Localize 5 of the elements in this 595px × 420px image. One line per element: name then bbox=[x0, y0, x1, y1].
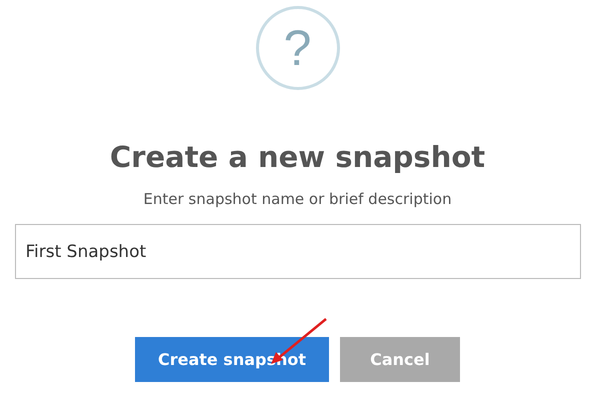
dialog-subtitle: Enter snapshot name or brief description bbox=[143, 190, 452, 208]
cancel-button[interactable]: Cancel bbox=[340, 337, 460, 382]
dialog-title: Create a new snapshot bbox=[110, 140, 486, 174]
name-field[interactable]: First Snapshot bbox=[14, 224, 580, 279]
help-icon: ? bbox=[256, 6, 340, 90]
